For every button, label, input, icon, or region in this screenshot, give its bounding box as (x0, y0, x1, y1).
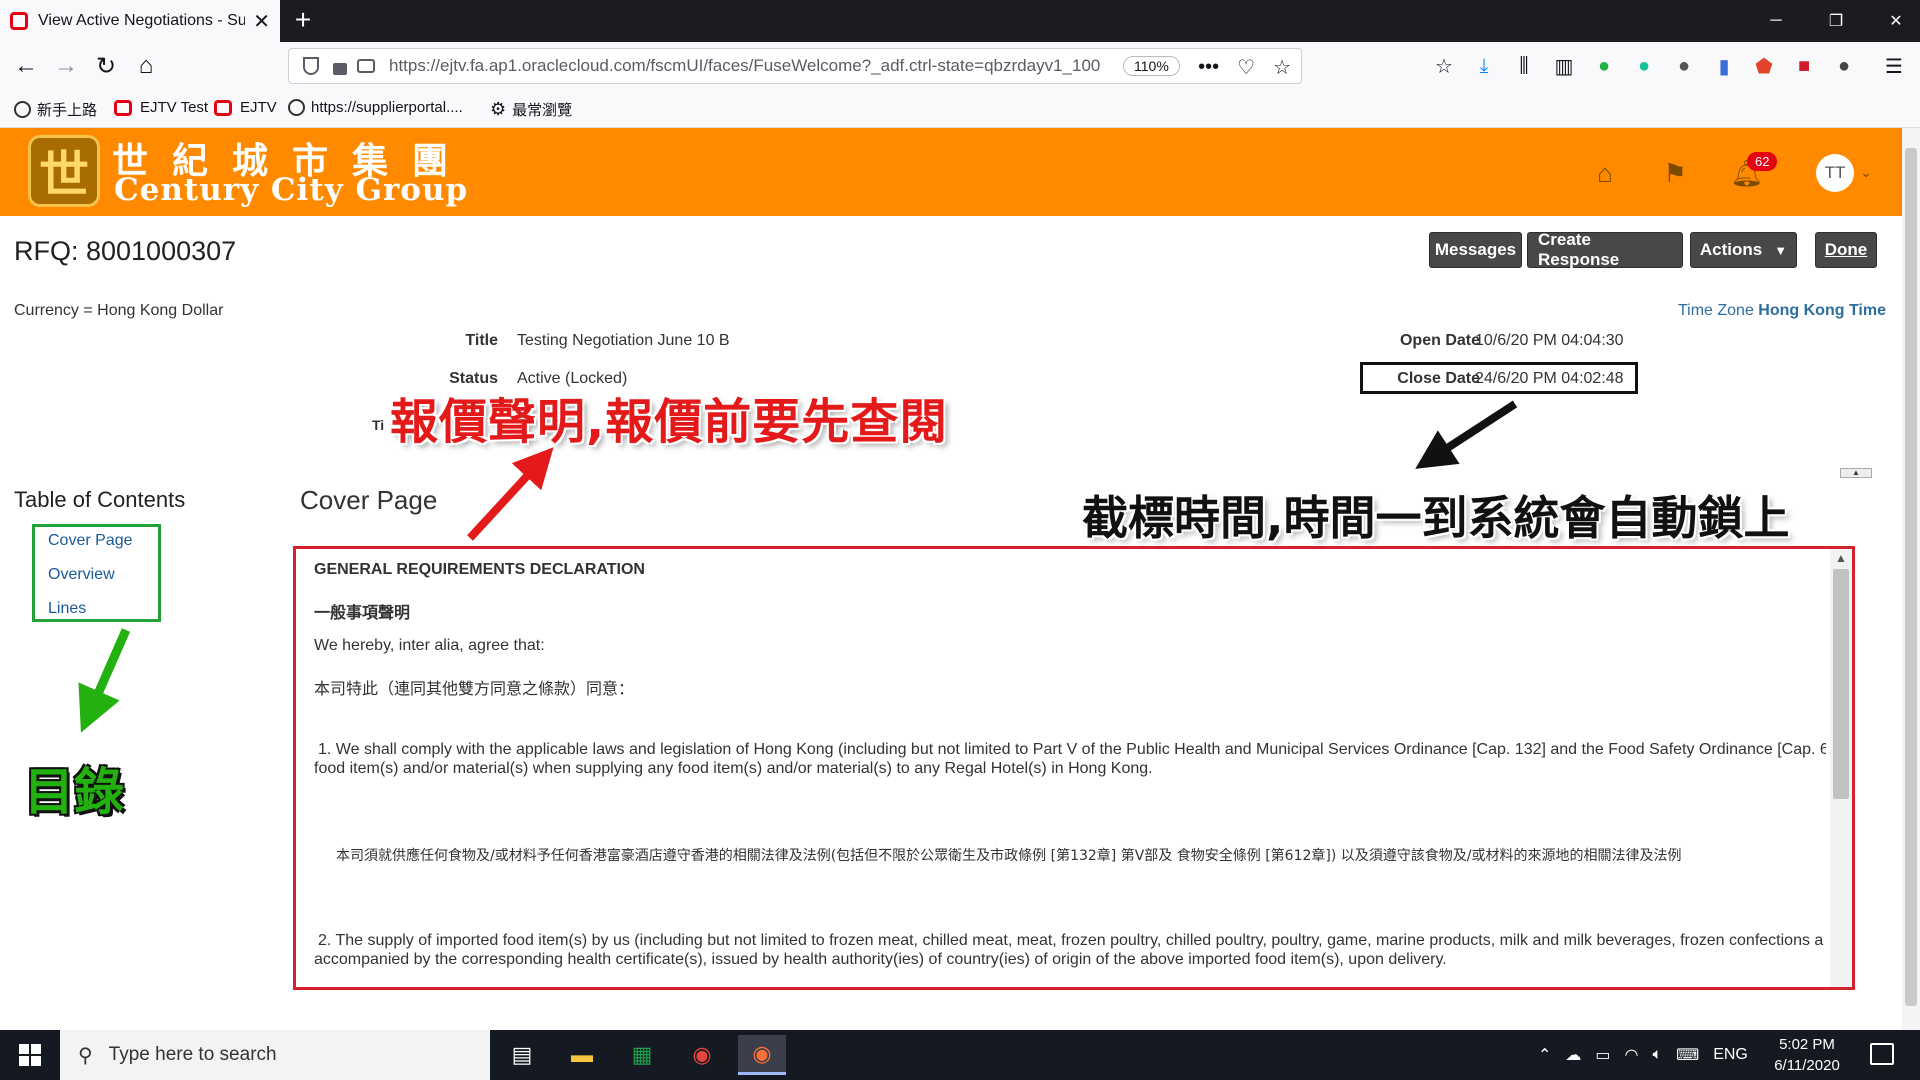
doc-heading-zh: 一般事項聲明 (314, 603, 411, 622)
chrome-icon[interactable]: ◉ (678, 1035, 726, 1075)
volume-icon[interactable]: 🔈︎ (1653, 1046, 1663, 1064)
doc-clause-2-cont: accompanied by the corresponding health … (314, 951, 1447, 968)
toc-title: Table of Contents (14, 487, 186, 512)
green-arrow (78, 628, 131, 733)
battery-icon[interactable]: ▭ (1595, 1045, 1610, 1065)
show-hidden-icons[interactable]: ⌃ (1538, 1045, 1551, 1065)
search-icon: ⚲ (78, 1044, 93, 1067)
language-indicator[interactable]: ENG (1713, 1046, 1748, 1064)
toc-link-lines[interactable]: Lines (48, 600, 86, 618)
search-placeholder: Type here to search (108, 1044, 277, 1065)
doc-paragraph: We hereby, inter alia, agree that: (314, 637, 545, 654)
start-button[interactable] (0, 1030, 60, 1080)
annotation-toc: 目錄 (24, 763, 124, 821)
windows-taskbar: ⚲ Type here to search ▤ ▬ ▦ ◉ ◉ ⌃ ☁ ▭ ◠ … (0, 1030, 1920, 1080)
file-explorer-icon[interactable]: ▬ (558, 1035, 606, 1075)
system-clock[interactable]: 5:02 PM 6/11/2020 (1752, 1034, 1862, 1076)
document-scrollbar[interactable]: ▲ (1830, 549, 1852, 987)
excel-icon[interactable]: ▦ (618, 1035, 666, 1075)
clock-date: 6/11/2020 (1774, 1057, 1840, 1074)
collapse-icon[interactable]: ▲ (1840, 468, 1872, 478)
doc-clause-1: 1. We shall comply with the applicable l… (318, 741, 1826, 758)
windows-logo-icon (19, 1044, 41, 1066)
tray-icons: ⌃ ☁ ▭ ◠ 🔈︎ ⌨ ENG (1538, 1030, 1748, 1080)
taskbar-search[interactable]: ⚲ Type here to search (60, 1030, 490, 1080)
keyboard-icon[interactable]: ⌨ (1676, 1045, 1699, 1065)
annotation-close-time: 截標時間,時間一到系統會自動鎖上 (1082, 491, 1790, 545)
toc-link-cover-page[interactable]: Cover Page (48, 532, 133, 550)
page-scroll-thumb[interactable] (1905, 148, 1917, 1006)
annotation-declaration: 報價聲明,報價前要先查閱 (390, 394, 949, 450)
black-arrow (1415, 400, 1518, 469)
document-content: GENERAL REQUIREMENTS DECLARATION 一般事項聲明 … (296, 549, 1826, 987)
firefox-icon[interactable]: ◉ (738, 1035, 786, 1075)
red-arrow (467, 447, 554, 541)
cover-page-heading: Cover Page (300, 485, 438, 515)
document-scroll-thumb[interactable] (1833, 569, 1849, 799)
onedrive-icon[interactable]: ☁ (1565, 1045, 1581, 1065)
page-scrollbar[interactable] (1902, 128, 1920, 1030)
task-view-icon[interactable]: ▤ (498, 1035, 546, 1075)
doc-clause-1-cont: food item(s) and/or material(s) when sup… (314, 760, 1153, 777)
doc-paragraph-zh: 本司特此（連同其他雙方同意之條款）同意： (314, 679, 635, 698)
wifi-icon[interactable]: ◠ (1625, 1045, 1639, 1065)
doc-heading: GENERAL REQUIREMENTS DECLARATION (314, 561, 645, 578)
doc-clause-2: 2. The supply of imported food item(s) b… (318, 932, 1824, 949)
cover-page-document[interactable]: GENERAL REQUIREMENTS DECLARATION 一般事項聲明 … (293, 546, 1855, 990)
clock-time: 5:02 PM (1779, 1036, 1835, 1053)
notifications-icon[interactable] (1870, 1043, 1894, 1065)
toc-link-overview[interactable]: Overview (48, 566, 115, 584)
doc-clause-1-zh: 本司須就供應任何食物及/或材料予任何香港富豪酒店遵守香港的相關法律及法例(包括但… (336, 848, 1682, 864)
scroll-up-icon[interactable]: ▲ (1835, 551, 1847, 565)
